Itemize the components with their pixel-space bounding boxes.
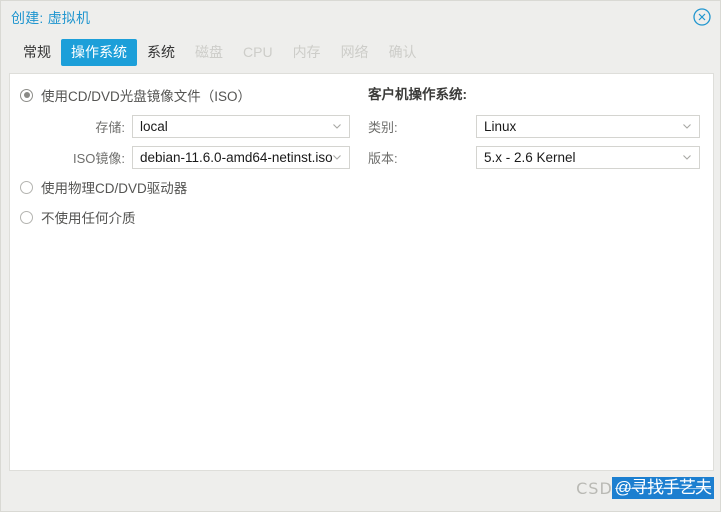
tab-os[interactable]: 操作系统: [61, 38, 137, 66]
field-row-iso-image: ISO镜像: debian-11.6.0-amd64-netinst.iso: [20, 145, 365, 169]
select-iso-image-value: debian-11.6.0-amd64-netinst.iso: [140, 149, 333, 165]
os-tab-panel: 使用CD/DVD光盘镜像文件（ISO） 存储: local ISO镜像: deb…: [9, 73, 714, 471]
chevron-down-icon: [333, 123, 341, 129]
select-iso-image[interactable]: debian-11.6.0-amd64-netinst.iso: [132, 145, 350, 169]
radio-iso-file[interactable]: [20, 88, 33, 102]
radio-physical-drive[interactable]: [20, 180, 33, 194]
radio-label-no-media: 不使用任何介质: [41, 211, 136, 226]
tab-confirm: 确认: [388, 43, 417, 60]
label-os-type: 类别:: [368, 119, 398, 135]
label-iso-image: ISO镜像:: [72, 150, 125, 166]
label-os-version: 版本:: [368, 150, 398, 166]
radio-label-iso-file: 使用CD/DVD光盘镜像文件（ISO）: [41, 89, 252, 104]
select-os-version[interactable]: 5.x - 2.6 Kernel: [476, 145, 700, 169]
watermark-strikethrough: [614, 488, 711, 489]
media-source-group: 使用CD/DVD光盘镜像文件（ISO） 存储: local ISO镜像: deb…: [20, 84, 365, 236]
tab-system[interactable]: 系统: [137, 39, 185, 66]
dialog-title: 创建: 虚拟机: [11, 10, 91, 26]
select-os-type-value: Linux: [484, 118, 517, 134]
create-vm-dialog: 创建: 虚拟机 常规 操作系统 系统 磁盘 CPU 内存 网络 确认 使用CD/…: [0, 0, 721, 512]
dialog-titlebar: 创建: 虚拟机: [1, 1, 720, 33]
guest-os-heading: 客户机操作系统:: [368, 87, 467, 102]
watermark-handle: @寻找手艺夫: [611, 477, 714, 499]
close-circle-icon[interactable]: [692, 7, 712, 27]
select-storage-value: local: [140, 118, 168, 134]
radio-row-no-media[interactable]: 不使用任何介质: [20, 206, 365, 228]
radio-row-physical-drive[interactable]: 使用物理CD/DVD驱动器: [20, 176, 365, 198]
chevron-down-icon: [683, 154, 691, 160]
radio-row-iso-file[interactable]: 使用CD/DVD光盘镜像文件（ISO）: [20, 84, 365, 106]
watermark: CSDN @寻找手艺夫: [562, 477, 714, 499]
tab-cpu: CPU: [243, 43, 273, 60]
tab-memory: 内存: [292, 43, 321, 60]
label-storage: 存储:: [95, 119, 125, 135]
radio-label-physical-drive: 使用物理CD/DVD驱动器: [41, 181, 188, 196]
tab-disks: 磁盘: [195, 43, 223, 60]
field-row-os-type: 类别: Linux: [368, 114, 703, 138]
field-row-storage: 存储: local: [20, 114, 365, 138]
radio-no-media[interactable]: [20, 210, 33, 224]
tab-general[interactable]: 常规: [13, 39, 61, 66]
select-os-type[interactable]: Linux: [476, 114, 700, 138]
tab-network: 网络: [340, 43, 369, 60]
wizard-tabs: 常规 操作系统 系统 磁盘 CPU 内存 网络 确认: [1, 38, 427, 66]
chevron-down-icon: [333, 154, 341, 160]
guest-os-group: 客户机操作系统: 类别: Linux 版本: 5.x - 2.6 Kernel: [368, 84, 703, 176]
select-storage[interactable]: local: [132, 114, 350, 138]
chevron-down-icon: [683, 123, 691, 129]
select-os-version-value: 5.x - 2.6 Kernel: [484, 149, 576, 165]
field-row-os-version: 版本: 5.x - 2.6 Kernel: [368, 145, 703, 169]
